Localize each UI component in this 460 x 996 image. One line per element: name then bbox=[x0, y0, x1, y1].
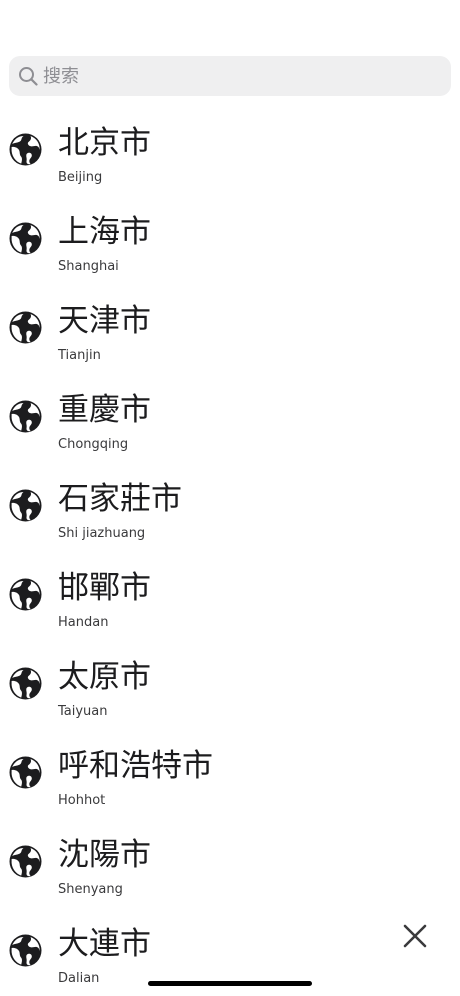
city-name: 北京市 bbox=[58, 125, 151, 161]
globe-icon bbox=[9, 311, 42, 344]
city-romanized-name: Chongqing bbox=[58, 437, 129, 452]
city-name: 重慶市 bbox=[58, 392, 151, 428]
city-name: 天津市 bbox=[58, 303, 151, 339]
city-row-shanghai[interactable]: 上海市 Shanghai bbox=[0, 194, 460, 283]
city-romanized-name: Shanghai bbox=[58, 259, 119, 274]
city-list: 北京市 Beijing 上海市 Shanghai 天津市 Tianjin 重慶市… bbox=[0, 105, 460, 995]
city-name: 石家莊市 bbox=[58, 481, 182, 517]
globe-icon bbox=[9, 845, 42, 878]
globe-icon bbox=[9, 667, 42, 700]
close-icon bbox=[402, 923, 428, 949]
city-name: 太原市 bbox=[58, 659, 151, 695]
city-row-handan[interactable]: 邯鄲市 Handan bbox=[0, 550, 460, 639]
city-name: 大連市 bbox=[58, 926, 151, 962]
city-name: 沈陽市 bbox=[58, 837, 151, 873]
city-romanized-name: Tianjin bbox=[58, 348, 101, 363]
globe-icon bbox=[9, 400, 42, 433]
home-indicator bbox=[148, 981, 312, 986]
city-row-shenyang[interactable]: 沈陽市 Shenyang bbox=[0, 817, 460, 906]
city-row-taiyuan[interactable]: 太原市 Taiyuan bbox=[0, 639, 460, 728]
city-romanized-name: Taiyuan bbox=[58, 704, 108, 719]
globe-icon bbox=[9, 133, 42, 166]
city-romanized-name: Handan bbox=[58, 615, 109, 630]
city-romanized-name: Hohhot bbox=[58, 793, 106, 808]
globe-icon bbox=[9, 934, 42, 967]
globe-icon bbox=[9, 489, 42, 522]
city-romanized-name: Shenyang bbox=[58, 882, 123, 897]
city-name: 邯鄲市 bbox=[58, 570, 151, 606]
city-name: 上海市 bbox=[58, 214, 151, 250]
city-name: 呼和浩特市 bbox=[58, 748, 213, 784]
search-icon bbox=[17, 65, 39, 87]
globe-icon bbox=[9, 222, 42, 255]
city-romanized-name: Dalian bbox=[58, 971, 100, 986]
close-button[interactable] bbox=[399, 920, 431, 952]
globe-icon bbox=[9, 578, 42, 611]
city-row-hohhot[interactable]: 呼和浩特市 Hohhot bbox=[0, 728, 460, 817]
city-row-beijing[interactable]: 北京市 Beijing bbox=[0, 105, 460, 194]
city-romanized-name: Shi jiazhuang bbox=[58, 526, 146, 541]
city-row-chongqing[interactable]: 重慶市 Chongqing bbox=[0, 372, 460, 461]
search-input[interactable] bbox=[43, 61, 433, 91]
city-romanized-name: Beijing bbox=[58, 170, 103, 185]
globe-icon bbox=[9, 756, 42, 789]
city-row-shijiazhuang[interactable]: 石家莊市 Shi jiazhuang bbox=[0, 461, 460, 550]
city-row-tianjin[interactable]: 天津市 Tianjin bbox=[0, 283, 460, 372]
search-bar[interactable] bbox=[9, 56, 451, 96]
